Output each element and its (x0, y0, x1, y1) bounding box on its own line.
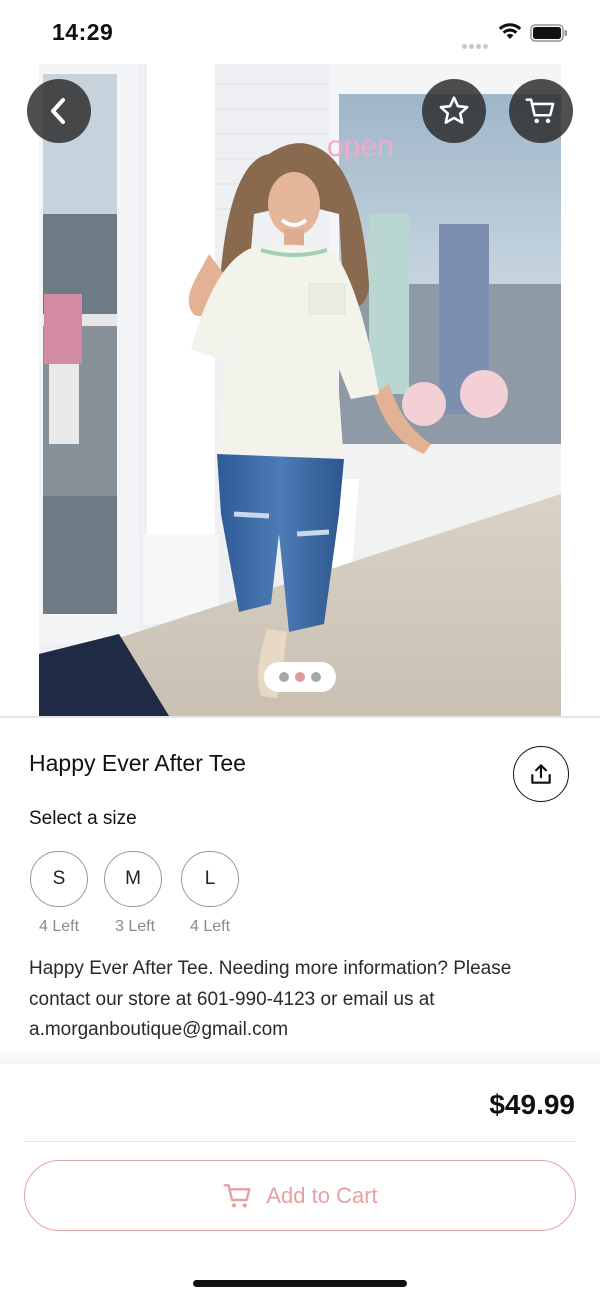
stock-label-s: 4 Left (38, 918, 80, 935)
size-heading: Select a size (29, 808, 137, 829)
footer-divider (24, 1141, 576, 1142)
back-button[interactable] (27, 79, 91, 143)
footer-shadow (0, 1046, 600, 1064)
share-button[interactable] (513, 746, 569, 802)
image-pager[interactable] (264, 662, 336, 692)
purchase-footer: $49.99 Add to Cart (0, 1064, 600, 1299)
svg-text:open: open (327, 130, 394, 163)
product-title: Happy Ever After Tee (29, 750, 246, 776)
price: $49.99 (489, 1089, 575, 1120)
cart-icon (223, 1183, 251, 1207)
image-divider (0, 716, 600, 718)
star-icon (439, 96, 469, 124)
share-icon (531, 764, 551, 784)
chevron-left-icon (51, 98, 65, 124)
favorite-button[interactable] (422, 79, 486, 143)
stock-label-l: 4 Left (189, 918, 231, 935)
pager-dot[interactable] (279, 672, 289, 682)
size-option-m[interactable]: M (104, 851, 162, 907)
product-image[interactable]: open (39, 64, 561, 716)
cellular-signal-icon (462, 36, 490, 54)
home-indicator (193, 1280, 407, 1287)
size-option-l[interactable]: L (181, 851, 239, 907)
cart-icon (525, 98, 555, 124)
status-time: 14:29 (52, 19, 114, 45)
cart-button[interactable] (509, 79, 573, 143)
add-to-cart-button[interactable]: Add to Cart (24, 1160, 576, 1231)
status-bar: 14:29 (0, 0, 600, 64)
battery-icon (530, 24, 567, 42)
stock-label-m: 3 Left (114, 918, 156, 935)
wifi-icon (498, 23, 522, 39)
add-to-cart-label: Add to Cart (266, 1182, 378, 1208)
product-photo: open (39, 64, 561, 716)
size-option-s[interactable]: S (30, 851, 88, 907)
product-description: Happy Ever After Tee. Needing more infor… (29, 958, 512, 1040)
pager-dot[interactable] (311, 672, 321, 682)
pager-dot-active[interactable] (295, 672, 305, 682)
